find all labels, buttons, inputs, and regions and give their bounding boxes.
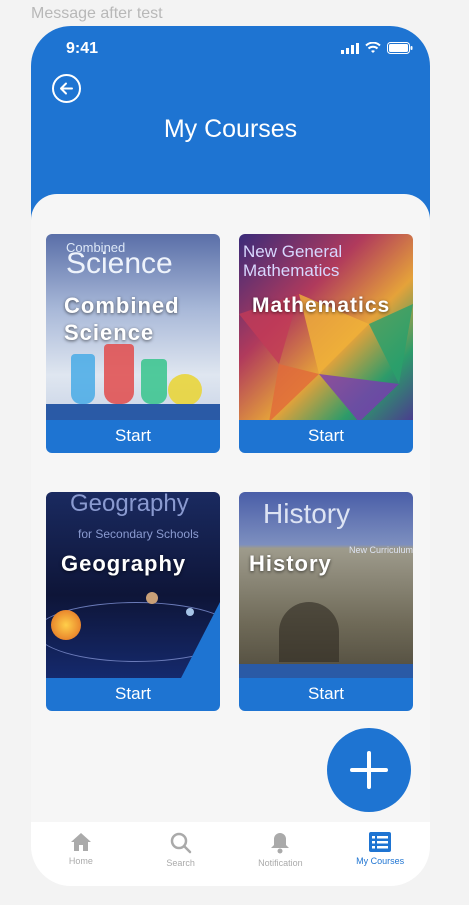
start-button[interactable]: Start (239, 678, 413, 711)
wifi-icon (365, 42, 381, 53)
book-subtitle: New General (243, 242, 343, 261)
start-button[interactable]: Start (46, 678, 220, 711)
frame-label: Message after test (31, 5, 163, 22)
phone-screen: 9:41 My Courses Combined Science Combine… (31, 26, 430, 886)
book-cover-history: History New Curriculum History (239, 492, 413, 680)
start-button[interactable]: Start (239, 420, 413, 453)
book-title: Science (66, 247, 173, 280)
nav-label: Home (68, 856, 93, 866)
nav-label: My Courses (356, 856, 405, 866)
start-button[interactable]: Start (46, 420, 220, 453)
nav-item-my-courses[interactable]: My Courses (330, 822, 430, 886)
course-card-geography[interactable]: Geography for Secondary Schools Geograph… (46, 492, 220, 712)
book-subtitle: for Secondary Schools (78, 527, 199, 541)
nav-item-search[interactable]: Search (131, 822, 231, 886)
nav-item-home[interactable]: Home (31, 822, 131, 886)
book-cover-mathematics: New General Mathematics Mathematics (239, 234, 413, 422)
course-title: Combined Science (64, 293, 180, 345)
back-button[interactable] (52, 74, 81, 103)
course-card-history[interactable]: History New Curriculum History Start (239, 492, 413, 712)
book-subtitle: New Curriculum (349, 545, 413, 555)
book-title: Mathematics (243, 261, 340, 280)
signal-icon (341, 42, 359, 54)
book-title: Geography (70, 492, 189, 517)
arrow-left-icon (60, 82, 73, 95)
course-title: Geography (61, 551, 187, 576)
nav-item-notification[interactable]: Notification (231, 822, 331, 886)
course-title: History (249, 551, 332, 576)
nav-label: Notification (258, 858, 303, 868)
nav-label: Search (166, 858, 195, 868)
battery-icon (387, 42, 413, 54)
status-icons (341, 42, 413, 54)
search-icon (170, 832, 191, 854)
status-time: 9:41 (66, 40, 99, 57)
list-icon (369, 832, 392, 852)
course-card-combined-science[interactable]: Combined Science Combined Science Start (46, 234, 220, 454)
book-cover-geography: Geography for Secondary Schools Geograph… (46, 492, 220, 680)
bottom-nav: Home Search Notification My Courses (31, 822, 430, 886)
home-icon (70, 833, 91, 851)
page-title: My Courses (163, 115, 298, 143)
bell-icon (271, 833, 290, 854)
add-course-button[interactable] (327, 728, 411, 812)
plus-icon (350, 751, 388, 789)
book-title: History (263, 498, 351, 529)
course-title: Mathematics (252, 294, 391, 317)
book-cover-science: Combined Science Combined Science (46, 234, 220, 422)
course-card-mathematics[interactable]: New General Mathematics Mathematics Star… (239, 234, 413, 454)
